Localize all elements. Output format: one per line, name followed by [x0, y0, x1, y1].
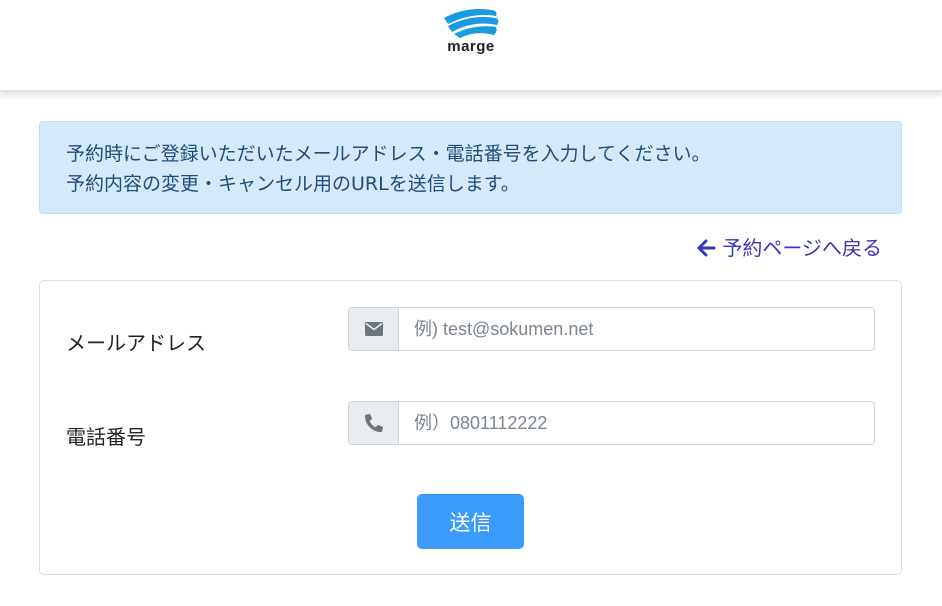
back-link-label: 予約ページへ戻る: [722, 236, 882, 260]
site-header: marge: [0, 0, 942, 91]
alert-line-1: 予約時にご登録いただいたメールアドレス・電話番号を入力してください。: [66, 143, 711, 165]
email-label: メールアドレス: [66, 331, 206, 355]
phone-input[interactable]: [399, 402, 874, 444]
email-input-group: [348, 307, 875, 351]
wave-logo-icon: [444, 9, 499, 38]
info-alert: 予約時にご登録いただいたメールアドレス・電話番号を入力してください。 予約内容の…: [39, 121, 902, 214]
phone-icon: [364, 414, 383, 432]
envelope-icon: [364, 322, 383, 336]
arrow-left-icon: [696, 238, 716, 258]
submit-button[interactable]: 送信: [417, 494, 524, 549]
brand-logo[interactable]: marge: [440, 4, 502, 60]
back-to-reservation-link[interactable]: 予約ページへ戻る: [696, 233, 882, 263]
email-input[interactable]: [399, 308, 874, 350]
logo-text: marge: [447, 38, 495, 55]
phone-label: 電話番号: [66, 425, 146, 449]
phone-input-group: [348, 401, 875, 445]
alert-line-2: 予約内容の変更・キャンセル用のURLを送信します。: [66, 173, 520, 195]
email-addon: [349, 308, 399, 350]
phone-addon: [349, 402, 399, 444]
contact-form-card: メールアドレス 電話番号 送信: [39, 280, 902, 575]
